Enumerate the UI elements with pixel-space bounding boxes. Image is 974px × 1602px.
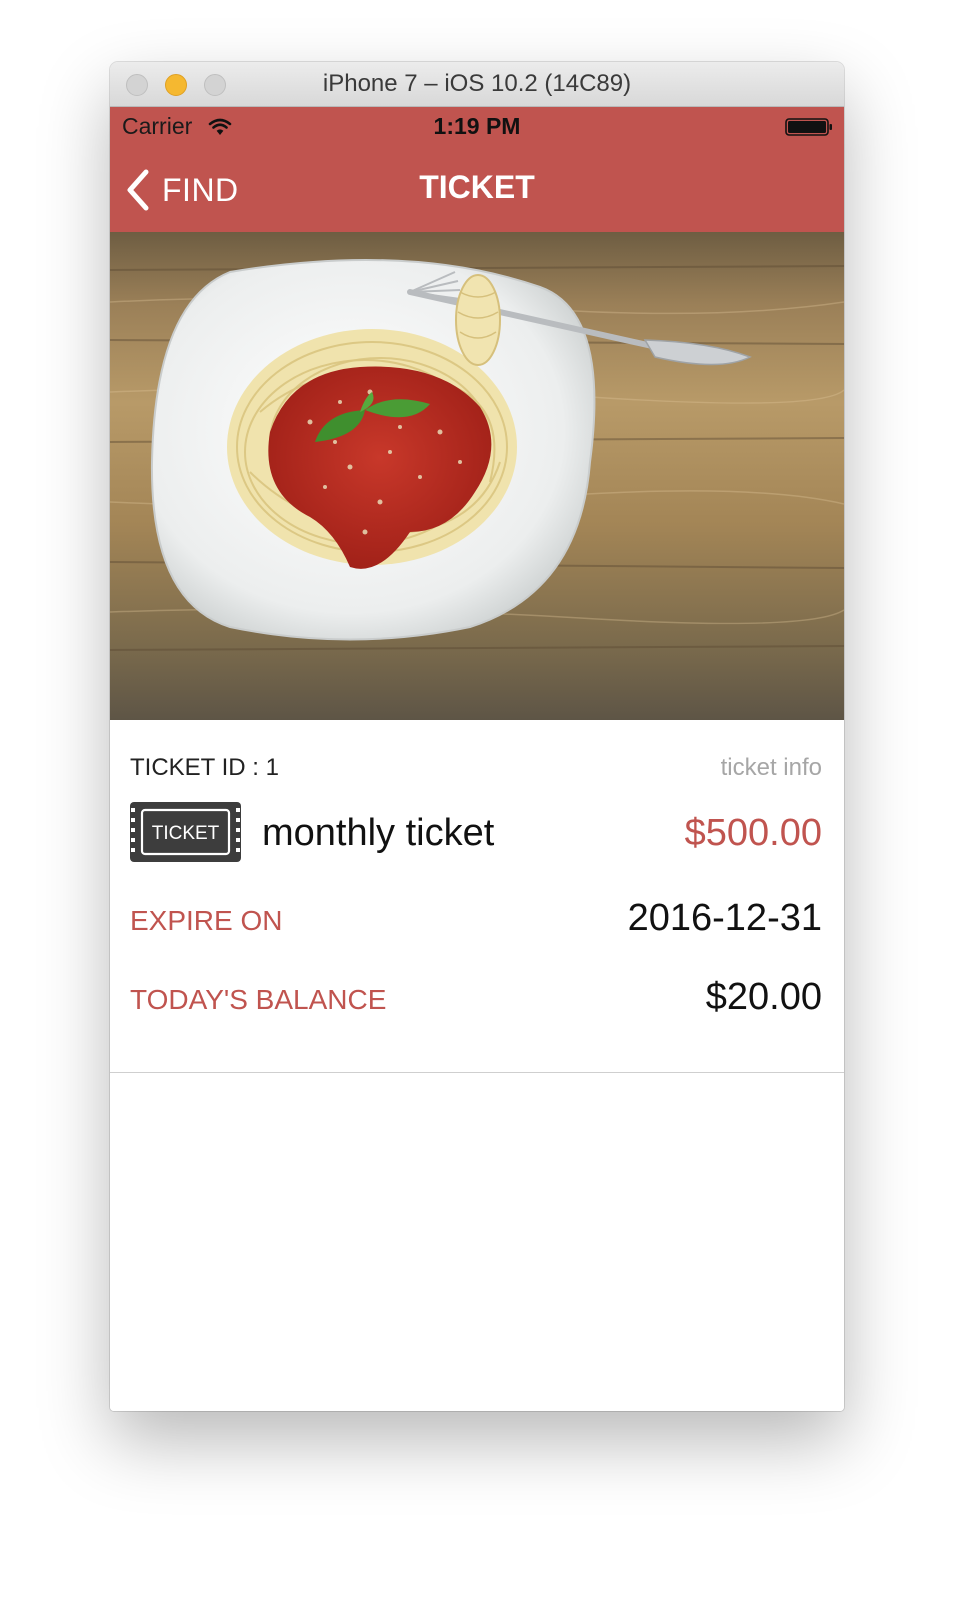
spaghetti-plate-image <box>110 232 844 720</box>
expire-value: 2016-12-31 <box>627 897 822 939</box>
battery-icon <box>785 118 832 136</box>
ticket-id: TICKET ID : 1 <box>130 754 279 781</box>
page-title: TICKET <box>419 169 535 205</box>
balance-value: $20.00 <box>705 976 822 1018</box>
stage: iPhone 7 – iOS 10.2 (14C89) Carrier 1:19… <box>0 0 974 1602</box>
ticket-price: $500.00 <box>684 812 822 854</box>
simulator-window: iPhone 7 – iOS 10.2 (14C89) Carrier 1:19… <box>110 62 844 1411</box>
ticket-name: monthly ticket <box>262 812 495 854</box>
ticket-info-link[interactable]: ticket info <box>721 754 822 782</box>
food-photo <box>110 232 844 720</box>
window-title: iPhone 7 – iOS 10.2 (14C89) <box>322 70 632 97</box>
expire-label: EXPIRE ON <box>130 905 283 936</box>
phone-screen: Carrier 1:19 PM FIND TICKET TICKET ID: … <box>110 107 844 1411</box>
balance-label: TODAY'S BALANCE <box>130 984 387 1015</box>
window-titlebar[interactable]: iPhone 7 – iOS 10.2 (14C89) <box>110 62 844 107</box>
navigation-bar: Carrier 1:19 PM FIND TICKET <box>110 107 844 232</box>
ticket-icon-text: TICKET <box>152 823 220 844</box>
status-time: 1:19 PM <box>433 113 521 139</box>
ticket-icon: TICKET <box>130 802 241 862</box>
ticket-info-section: TICKET ID : 1 ticket info TICKET monthly… <box>110 720 844 1073</box>
